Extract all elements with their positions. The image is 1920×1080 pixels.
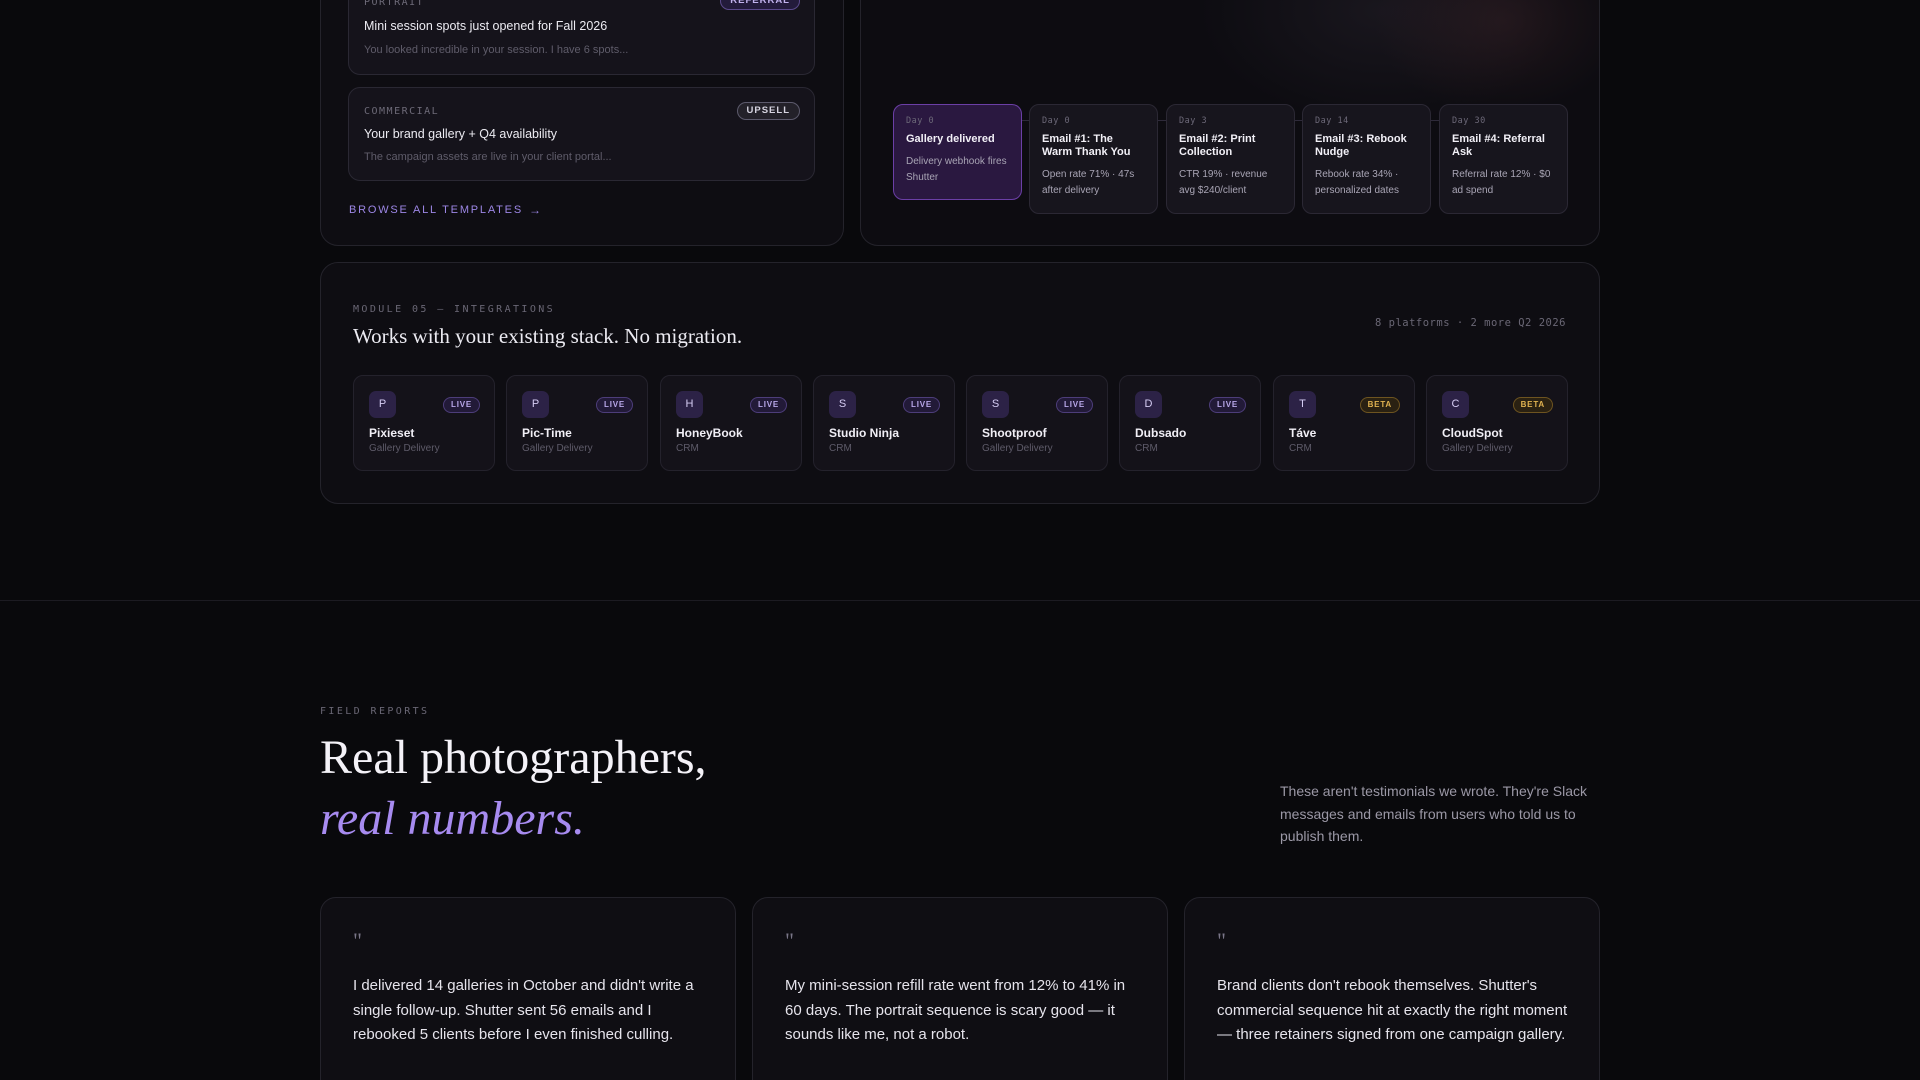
integrations-eyebrow: MODULE 05 — INTEGRATIONS	[353, 304, 556, 315]
browse-all-templates-label: BROWSE ALL TEMPLATES	[349, 204, 523, 216]
integration-name: Studio Ninja	[829, 426, 899, 440]
testimonial-text: I delivered 14 galleries in October and …	[353, 977, 694, 1043]
sequence-step[interactable]: Day 14 Email #3: Rebook Nudge Rebook rat…	[1302, 104, 1431, 214]
sequence-step-title: Email #1: The Warm Thank You	[1042, 133, 1131, 158]
sequence-step[interactable]: Day 0 Gallery delivered Delivery webhook…	[893, 104, 1022, 200]
testimonial-card: " I delivered 14 galleries in October an…	[320, 897, 736, 1080]
template-category: PORTRAIT	[364, 0, 425, 8]
testimonial-card: " My mini-session refill rate went from …	[752, 897, 1168, 1080]
field-reports-eyebrow: FIELD REPORTS	[320, 706, 430, 717]
template-snippet: The campaign assets are live in your cli…	[364, 151, 612, 163]
sequence-step-day: Day 14	[1315, 116, 1349, 126]
integration-type: Gallery Delivery	[522, 443, 593, 454]
integration-type: Gallery Delivery	[982, 443, 1053, 454]
integration-type: Gallery Delivery	[369, 443, 440, 454]
template-tag: UPSELL	[736, 102, 800, 120]
integration-type: Gallery Delivery	[1442, 443, 1513, 454]
integration-card[interactable]: C BETA CloudSpot Gallery Delivery	[1426, 375, 1568, 471]
quote-icon: "	[1217, 928, 1226, 953]
integration-card[interactable]: H LIVE HoneyBook CRM	[660, 375, 802, 471]
integration-status-badge: LIVE	[1209, 397, 1246, 413]
template-snippet: You looked incredible in your session. I…	[364, 44, 629, 56]
section-divider	[0, 600, 1920, 601]
integration-status-badge: BETA	[1359, 397, 1400, 413]
template-title: Mini session spots just opened for Fall …	[364, 19, 608, 33]
sequence-step-day: Day 0	[1042, 116, 1071, 126]
sequence-step-title: Gallery delivered	[906, 133, 995, 145]
integration-logo: D	[1135, 391, 1162, 418]
testimonial-text: My mini-session refill rate went from 12…	[785, 977, 1126, 1043]
sequence-step-day: Day 0	[906, 116, 935, 126]
sequence-step[interactable]: Day 30 Email #4: Referral Ask Referral r…	[1439, 104, 1568, 214]
integration-status-badge: BETA	[1512, 397, 1553, 413]
browse-all-templates-link[interactable]: BROWSE ALL TEMPLATES →	[349, 203, 543, 217]
sequence-step-desc: Open rate 71% · 47s after delivery	[1042, 169, 1135, 196]
integration-name: CloudSpot	[1442, 426, 1503, 440]
sequence-step-day: Day 3	[1179, 116, 1208, 126]
integration-status-badge: LIVE	[1056, 397, 1093, 413]
sequence-step[interactable]: Day 0 Email #1: The Warm Thank You Open …	[1029, 104, 1158, 214]
integrations-meta: 8 platforms · 2 more Q2 2026	[1374, 317, 1566, 329]
template-card-commercial[interactable]: COMMERCIAL UPSELL Your brand gallery + Q…	[348, 87, 815, 181]
integration-type: CRM	[829, 443, 852, 454]
integration-status-badge: LIVE	[750, 397, 787, 413]
integration-status-badge: LIVE	[596, 397, 633, 413]
integration-type: CRM	[676, 443, 699, 454]
integration-logo: C	[1442, 391, 1469, 418]
integration-card[interactable]: S LIVE Studio Ninja CRM	[813, 375, 955, 471]
integration-card[interactable]: S LIVE Shootproof Gallery Delivery	[966, 375, 1108, 471]
integration-card[interactable]: T BETA Táve CRM	[1273, 375, 1415, 471]
integration-card[interactable]: P LIVE Pixieset Gallery Delivery	[353, 375, 495, 471]
integration-logo: S	[982, 391, 1009, 418]
sequence-step-day: Day 30	[1452, 116, 1486, 126]
sequence-step-title: Email #2: Print Collection	[1179, 133, 1256, 158]
integration-logo: S	[829, 391, 856, 418]
quote-icon: "	[353, 928, 362, 953]
testimonial-card: " Brand clients don't rebook themselves.…	[1184, 897, 1600, 1080]
template-title: Your brand gallery + Q4 availability	[364, 127, 558, 141]
integration-card[interactable]: P LIVE Pic-Time Gallery Delivery	[506, 375, 648, 471]
integrations-title: Works with your existing stack. No migra…	[353, 324, 743, 348]
testimonial-text: Brand clients don't rebook themselves. S…	[1217, 977, 1568, 1043]
template-card-portrait[interactable]: PORTRAIT REFERRAL Mini session spots jus…	[348, 0, 815, 75]
integration-name: Pic-Time	[522, 426, 572, 440]
template-tag: REFERRAL	[720, 0, 800, 10]
integration-name: HoneyBook	[676, 426, 743, 440]
integration-status-badge: LIVE	[443, 397, 480, 413]
field-reports-description: These aren't testimonials we wrote. They…	[1280, 783, 1587, 844]
sequence-step-desc: Delivery webhook fires Shutter	[906, 156, 1007, 183]
integration-name: Dubsado	[1135, 426, 1187, 440]
arrow-right-icon: →	[528, 203, 543, 217]
sequence-step-desc: Rebook rate 34% · personalized dates	[1315, 169, 1399, 196]
quote-icon: "	[785, 928, 794, 953]
integration-logo: P	[369, 391, 396, 418]
integration-name: Táve	[1289, 426, 1317, 440]
integration-logo: H	[676, 391, 703, 418]
sequence-step-title: Email #4: Referral Ask	[1452, 133, 1545, 158]
sequence-step-title: Email #3: Rebook Nudge	[1315, 133, 1407, 158]
integration-logo: P	[522, 391, 549, 418]
integration-status-badge: LIVE	[903, 397, 940, 413]
sequence-step-desc: CTR 19% · revenue avg $240/client	[1179, 169, 1268, 196]
field-reports-headline: Real photographers,	[320, 731, 707, 784]
integration-logo: T	[1289, 391, 1316, 418]
integration-name: Pixieset	[369, 426, 415, 440]
sequence-step[interactable]: Day 3 Email #2: Print Collection CTR 19%…	[1166, 104, 1295, 214]
integration-name: Shootproof	[982, 426, 1047, 440]
integration-type: CRM	[1135, 443, 1158, 454]
integration-type: CRM	[1289, 443, 1312, 454]
sequence-step-desc: Referral rate 12% · $0 ad spend	[1452, 169, 1551, 196]
template-category: COMMERCIAL	[364, 106, 440, 117]
integration-card[interactable]: D LIVE Dubsado CRM	[1119, 375, 1261, 471]
field-reports-headline-accent: real numbers.	[320, 792, 585, 845]
